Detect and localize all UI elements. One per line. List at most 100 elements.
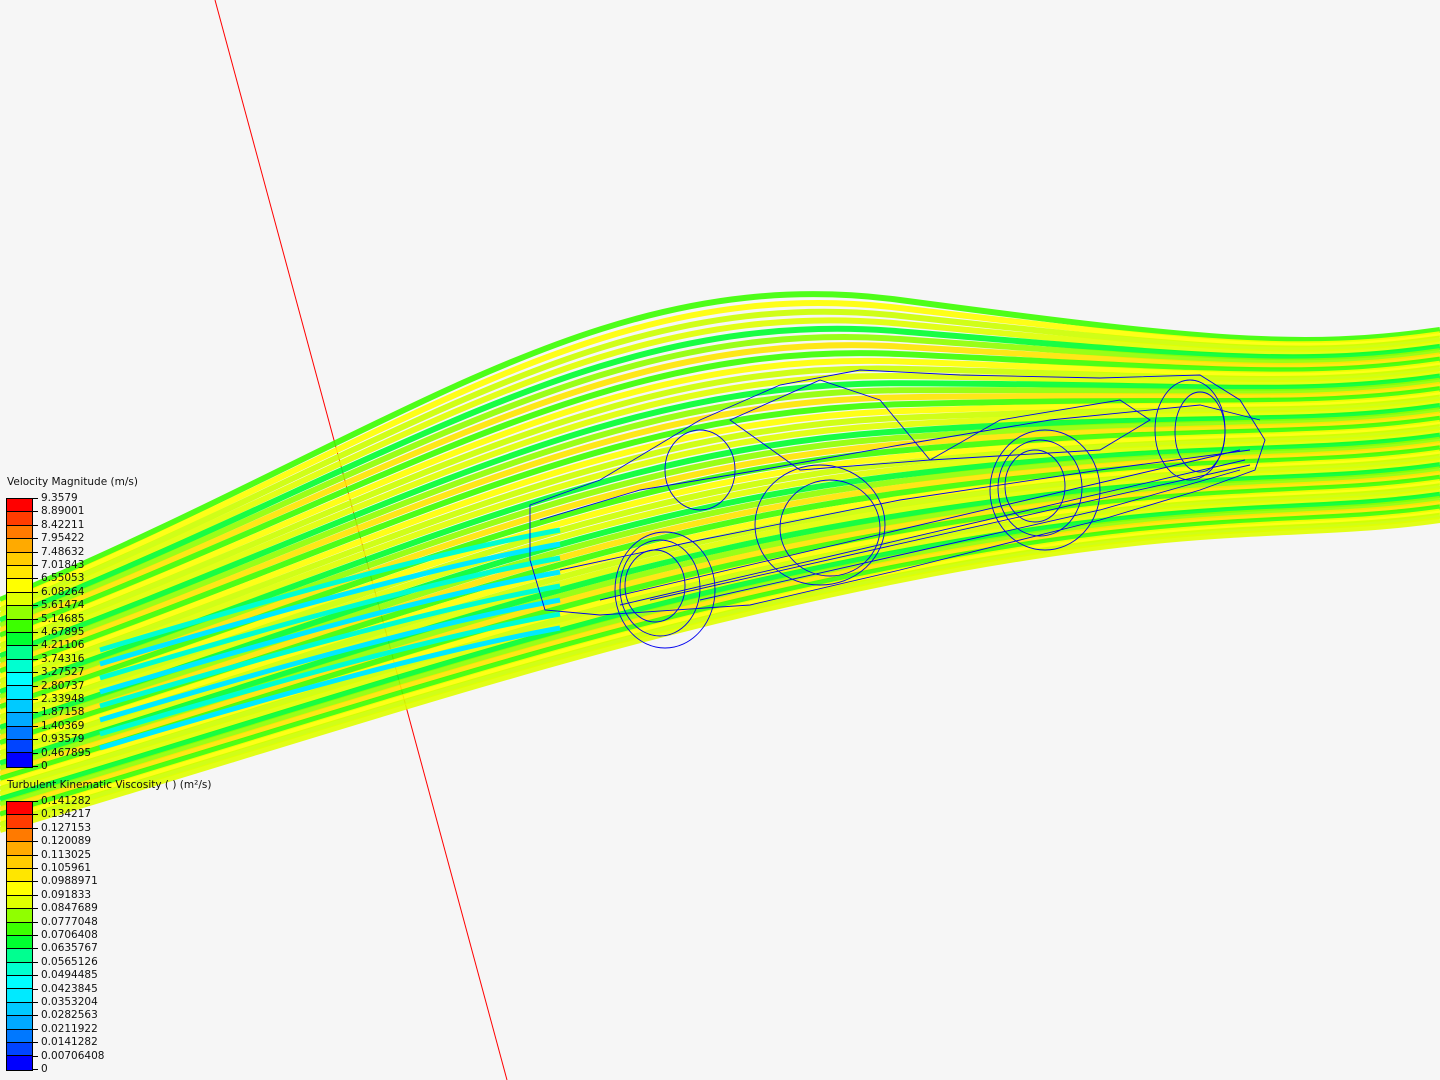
legend-tick [32,1028,38,1030]
legend-label: 3.74316 [41,652,85,665]
legend-tick [32,827,38,829]
legend-tick [32,988,38,990]
legend-label: 0.0777048 [41,915,98,928]
color-band [7,1043,32,1057]
legend-tick [32,658,38,660]
color-band [7,922,32,936]
legend-label: 0.00706408 [41,1049,105,1062]
legend-tick [32,801,38,802]
color-band [7,1056,32,1070]
color-band [7,499,32,513]
legend-tick [32,605,38,607]
legend-tick [32,961,38,963]
legend-label: 0.141282 [41,795,92,807]
color-band [7,976,32,990]
legend-label: 1.87158 [41,706,85,719]
legend-label: 0.0847689 [41,902,98,915]
legend-label: 0.091833 [41,888,92,901]
legend-tick [32,752,38,754]
legend-tick [32,975,38,977]
color-band [7,726,32,741]
color-band [7,512,32,526]
legend-label: 5.14685 [41,612,85,625]
color-band [7,686,32,700]
legend-label: 0.0141282 [41,1036,98,1049]
color-band [7,592,32,607]
color-band [7,632,32,647]
legend-tick [32,868,38,869]
color-band [7,815,32,829]
legend-label: 0.0494485 [41,969,98,982]
color-band [7,552,32,566]
legend-label: 3.27527 [41,666,85,679]
legend-label: 5.61474 [41,599,85,612]
color-bar [6,801,33,1071]
legend-tick [32,1069,38,1070]
color-band [7,935,32,950]
color-band [7,1016,32,1030]
legend-tick [32,712,38,714]
legend-label: 8.89001 [41,505,85,518]
color-band [7,989,32,1003]
legend-label: 0.0282563 [41,1009,98,1022]
color-band [7,882,32,896]
legend-tick [32,511,38,513]
legend-tick [32,551,38,553]
color-band [7,828,32,843]
legend-tick [32,935,38,936]
legend-label: 2.33948 [41,693,85,705]
color-band [7,1029,32,1044]
color-band [7,646,32,660]
legend-tick [32,814,38,816]
color-band [7,713,32,727]
legend-tick [32,524,38,526]
legend-tick [32,766,38,767]
color-band [7,539,32,553]
color-band [7,619,32,633]
legend-label: 0.134217 [41,808,92,821]
legend-tick [32,591,38,593]
legend-label: 0.0353204 [41,996,98,1008]
legend-label: 0.0423845 [41,982,98,995]
legend-label: 0.105961 [41,862,92,874]
color-band [7,699,32,714]
3d-render-viewport[interactable] [0,0,1440,1080]
color-band [7,673,32,687]
color-band [7,565,32,580]
legend-label: 7.48632 [41,545,85,558]
legend-label: 0.467895 [41,746,92,759]
legend-tick [32,632,38,633]
legend-label: 6.08264 [41,585,85,598]
legend-tick [32,739,38,741]
legend-label: 4.21106 [41,639,85,652]
legend-tick [32,881,38,883]
legend-tick [32,645,38,647]
color-band [7,606,32,620]
color-band [7,855,32,869]
color-band [7,802,32,816]
color-band [7,659,32,674]
legend-label: 7.95422 [41,532,85,545]
legend-label: 0.113025 [41,848,92,861]
legend-label: 0.120089 [41,835,92,848]
color-band [7,909,32,923]
legend-label: 0.0211922 [41,1022,98,1035]
legend-tick [32,894,38,896]
legend-title: Turbulent Kinematic Viscosity ( ) (m²/s) [7,779,212,791]
color-band [7,1002,32,1017]
legend-tick [32,1055,38,1057]
legend-tick [32,1042,38,1044]
legend-tick [32,672,38,674]
legend-tick [32,1002,38,1003]
legend-label: 0.0988971 [41,875,98,888]
color-band [7,949,32,963]
legend-label: 9.3579 [41,492,78,504]
legend-tick [32,578,38,580]
legend-title: Velocity Magnitude (m/s) [7,476,138,488]
legend-tick [32,498,38,499]
legend-label: 4.67895 [41,626,85,638]
color-band [7,962,32,977]
legend-label: 8.42211 [41,518,85,531]
legend-tick [32,685,38,687]
legend-tick [32,921,38,923]
